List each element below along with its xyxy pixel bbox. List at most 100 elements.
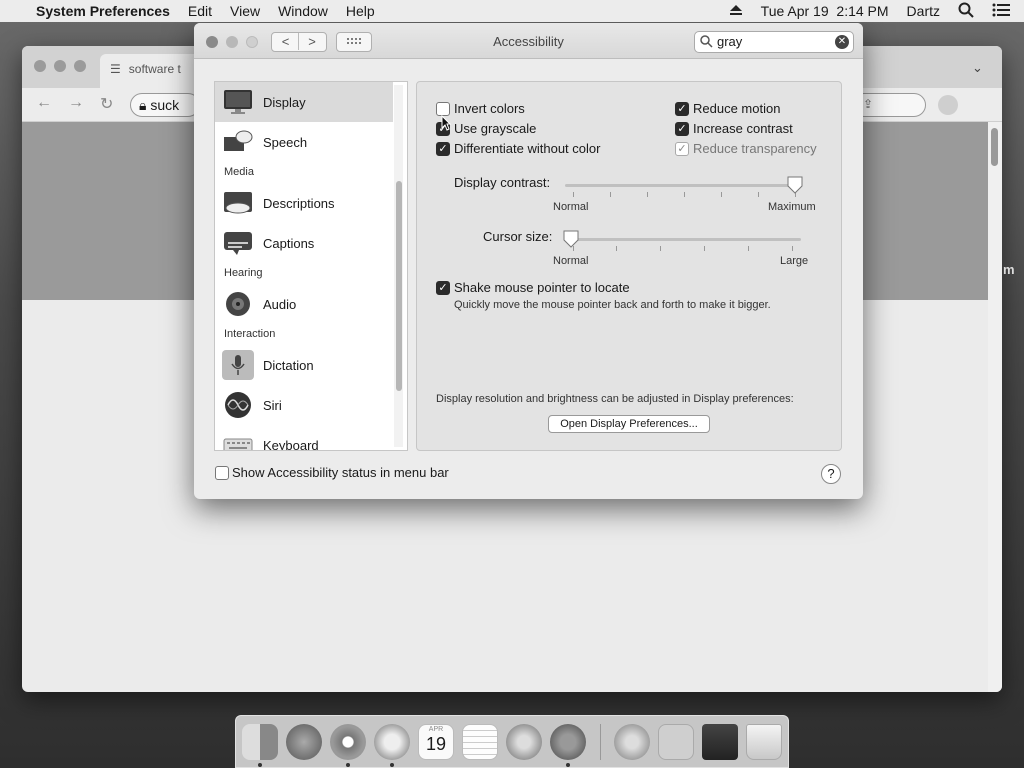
back-forward-control: < > bbox=[271, 32, 327, 52]
calendar-day: 19 bbox=[425, 734, 447, 754]
resolution-note: Display resolution and brightness can be… bbox=[436, 393, 794, 405]
captions-icon bbox=[222, 228, 254, 258]
sidebar-header-media: Media bbox=[224, 166, 254, 178]
sidebar-item-label: Siri bbox=[263, 397, 282, 413]
trash-icon[interactable] bbox=[746, 724, 782, 760]
app-menu[interactable]: System Preferences bbox=[27, 3, 179, 19]
downloads-app-store-icon[interactable] bbox=[614, 724, 650, 760]
browser-scrollbar[interactable] bbox=[988, 122, 1002, 692]
profile-avatar-icon[interactable] bbox=[938, 95, 958, 115]
clock[interactable]: Tue Apr 19 2:14 PM bbox=[752, 3, 898, 19]
increase-contrast-label: Increase contrast bbox=[693, 121, 793, 136]
tab-title: software t bbox=[128, 62, 181, 76]
browser-zoom-button[interactable] bbox=[74, 60, 86, 72]
dock-divider bbox=[600, 724, 601, 760]
mouse-pointer-icon bbox=[441, 114, 452, 134]
sidebar-item-label: Descriptions bbox=[263, 195, 335, 211]
increase-contrast-checkbox[interactable]: ✓ bbox=[675, 122, 689, 136]
category-sidebar: Display Speech Media Descriptions Captio… bbox=[214, 81, 408, 451]
speaker-icon bbox=[222, 289, 254, 319]
chrome-icon[interactable] bbox=[330, 724, 366, 760]
differentiate-without-color-label: Differentiate without color bbox=[454, 141, 601, 156]
system-preferences-gear-icon[interactable] bbox=[550, 724, 586, 760]
menu-view[interactable]: View bbox=[221, 3, 269, 19]
search-input-value: gray bbox=[717, 34, 743, 49]
printer-icon[interactable] bbox=[702, 724, 738, 760]
search-field[interactable]: gray ✕ bbox=[694, 31, 854, 53]
sidebar-item-keyboard[interactable]: Keyboard bbox=[215, 425, 393, 450]
minimize-button[interactable] bbox=[226, 36, 238, 48]
show-status-in-menu-bar-checkbox[interactable] bbox=[215, 466, 229, 480]
help-button[interactable]: ? bbox=[821, 464, 841, 484]
browser-close-button[interactable] bbox=[34, 60, 46, 72]
share-icon[interactable]: ⇪ bbox=[863, 97, 873, 111]
siri-icon bbox=[222, 390, 254, 420]
show-status-in-menu-bar-label: Show Accessibility status in menu bar bbox=[232, 465, 449, 480]
accessibility-window: Accessibility < > gray ✕ Display Speech M… bbox=[194, 23, 863, 499]
address-text: suck bbox=[150, 97, 180, 113]
reduce-transparency-checkbox[interactable]: ✓ bbox=[675, 142, 689, 156]
cursor-size-slider-knob[interactable] bbox=[563, 230, 579, 248]
eject-icon[interactable] bbox=[720, 3, 752, 19]
display-contrast-label: Display contrast: bbox=[454, 175, 551, 190]
browser-minimize-button[interactable] bbox=[54, 60, 66, 72]
show-all-grid-icon[interactable] bbox=[336, 32, 372, 52]
address-bar[interactable]: 🔒︎ suck bbox=[130, 93, 200, 117]
reduce-motion-checkbox[interactable]: ✓ bbox=[675, 102, 689, 116]
keyboard-icon bbox=[222, 430, 254, 450]
downloads-folder-icon[interactable] bbox=[658, 724, 694, 760]
browser-scroll-thumb[interactable] bbox=[991, 128, 998, 166]
tab-overflow-chevron-icon[interactable]: ⌄ bbox=[972, 60, 983, 76]
share-field[interactable]: ⇪ bbox=[852, 93, 926, 117]
forward-chevron-icon[interactable]: > bbox=[299, 33, 325, 50]
safari-compass-icon[interactable] bbox=[374, 724, 410, 760]
menu-bar: System Preferences Edit View Window Help… bbox=[0, 0, 1024, 22]
sidebar-item-dictation[interactable]: Dictation bbox=[215, 345, 393, 385]
sidebar-item-display[interactable]: Display bbox=[215, 82, 393, 122]
display-settings-pane: Invert colors ✓ Use grayscale ✓ Differen… bbox=[416, 81, 842, 451]
sidebar-scroll-thumb[interactable] bbox=[396, 181, 402, 391]
reload-icon[interactable]: ↻ bbox=[100, 94, 113, 114]
display-contrast-slider-knob[interactable] bbox=[787, 176, 803, 194]
clear-search-icon[interactable]: ✕ bbox=[835, 35, 849, 49]
sidebar-item-speech[interactable]: Speech bbox=[215, 122, 393, 162]
sidebar-item-descriptions[interactable]: Descriptions bbox=[215, 183, 393, 223]
running-indicator bbox=[390, 763, 394, 767]
back-chevron-icon[interactable]: < bbox=[273, 33, 299, 50]
cursor-size-label: Cursor size: bbox=[483, 229, 553, 244]
display-contrast-min-label: Normal bbox=[553, 201, 589, 213]
sidebar-item-siri[interactable]: Siri bbox=[215, 385, 393, 425]
close-button[interactable] bbox=[206, 36, 218, 48]
differentiate-without-color-checkbox[interactable]: ✓ bbox=[436, 142, 450, 156]
calendar-icon[interactable]: APR 19 bbox=[418, 724, 454, 760]
spotlight-search-icon[interactable] bbox=[949, 2, 983, 21]
lock-icon: 🔒︎ bbox=[139, 97, 147, 113]
menu-edit[interactable]: Edit bbox=[179, 3, 221, 19]
running-indicator bbox=[346, 763, 350, 767]
menu-help[interactable]: Help bbox=[337, 3, 384, 19]
menu-window[interactable]: Window bbox=[269, 3, 337, 19]
tab-page-icon: ☰ bbox=[110, 62, 121, 76]
invert-colors-checkbox[interactable] bbox=[436, 102, 450, 116]
finder-icon[interactable] bbox=[242, 724, 278, 760]
app-store-icon[interactable] bbox=[506, 724, 542, 760]
user-menu[interactable]: Dartz bbox=[898, 3, 949, 19]
sidebar-item-captions[interactable]: Captions bbox=[215, 223, 393, 263]
open-display-preferences-button[interactable]: Open Display Preferences... bbox=[548, 415, 710, 433]
display-contrast-slider-track[interactable] bbox=[565, 184, 801, 187]
sidebar-item-label: Audio bbox=[263, 296, 297, 312]
cursor-size-slider-track[interactable] bbox=[565, 238, 801, 241]
control-center-icon[interactable] bbox=[983, 3, 1024, 20]
zoom-button[interactable] bbox=[246, 36, 258, 48]
launchpad-rocket-icon[interactable] bbox=[286, 724, 322, 760]
invert-colors-label: Invert colors bbox=[454, 101, 525, 116]
sidebar-item-audio[interactable]: Audio bbox=[215, 284, 393, 324]
forward-arrow-icon[interactable]: → bbox=[68, 94, 84, 112]
running-indicator bbox=[258, 763, 262, 767]
dock: APR 19 bbox=[235, 715, 789, 768]
calendar-month: APR bbox=[428, 726, 444, 733]
notes-icon[interactable] bbox=[462, 724, 498, 760]
shake-to-locate-checkbox[interactable]: ✓ bbox=[436, 281, 450, 295]
back-arrow-icon[interactable]: ← bbox=[36, 94, 52, 112]
background-page-text: m bbox=[1003, 262, 1015, 277]
